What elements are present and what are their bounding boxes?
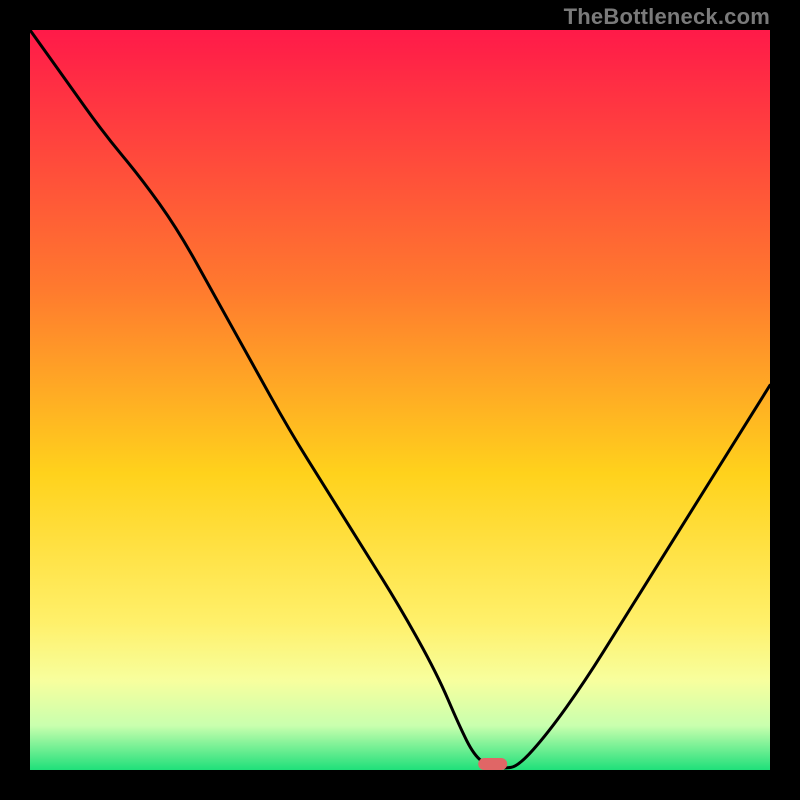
gradient-background bbox=[30, 30, 770, 770]
plot-area bbox=[30, 30, 770, 770]
chart-frame: TheBottleneck.com bbox=[0, 0, 800, 800]
optimal-marker bbox=[478, 758, 508, 770]
watermark-text: TheBottleneck.com bbox=[564, 4, 770, 30]
